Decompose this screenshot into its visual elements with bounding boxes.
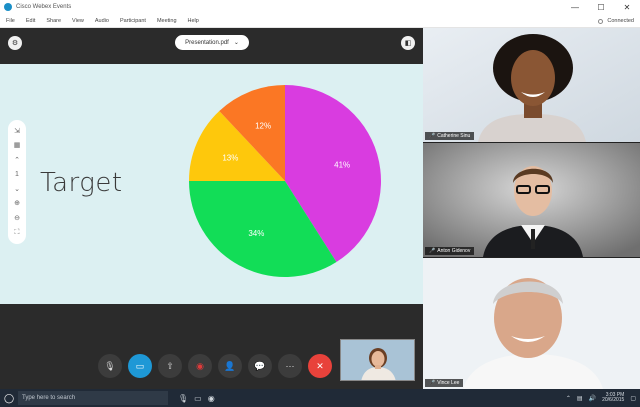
- record-button[interactable]: ◉: [188, 354, 212, 378]
- close-window-button[interactable]: ✕: [614, 0, 640, 14]
- chat-button[interactable]: 💬: [248, 354, 272, 378]
- participant-name: Anton Gidenov: [437, 248, 471, 254]
- more-button[interactable]: ⋯: [278, 354, 302, 378]
- minimize-button[interactable]: —: [562, 0, 588, 14]
- menu-bar: File Edit Share View Audio Participant M…: [0, 14, 640, 28]
- end-call-button[interactable]: ✕: [308, 354, 332, 378]
- title-bar: Cisco Webex Events — ☐ ✕: [0, 0, 640, 14]
- share-icon: ⇧: [166, 360, 174, 371]
- participant-label: 🎤 Catherine Sinu: [425, 132, 475, 140]
- participant-video-3[interactable]: 🎤 Vince Lee: [423, 258, 640, 389]
- participant-photo: [423, 28, 640, 142]
- video-button[interactable]: ▭: [128, 354, 152, 378]
- clock-date: 20/6/2015: [602, 397, 625, 403]
- mic-icon[interactable]: 🎙: [178, 394, 188, 403]
- pointer-tool-icon[interactable]: ⇲: [14, 128, 20, 135]
- participant-name: Catherine Sinu: [437, 133, 471, 139]
- participant-photo: [423, 258, 640, 389]
- pie-slice-label: 41%: [334, 160, 350, 169]
- maximize-button[interactable]: ☐: [588, 0, 614, 14]
- gear-icon: ⚙: [11, 40, 19, 47]
- start-button[interactable]: ◯: [0, 389, 18, 407]
- pie-slice-label: 13%: [222, 153, 238, 162]
- connection-icon: [598, 18, 604, 24]
- slide-title: Target: [40, 168, 123, 198]
- pie-chart: 41% 34% 13% 12%: [189, 85, 381, 277]
- connection-label: Connected: [607, 18, 634, 24]
- thumbnails-icon[interactable]: ▦: [14, 142, 21, 149]
- file-selector[interactable]: Presentation.pdf ⌄: [175, 35, 249, 50]
- taskbar-apps: 🎙 ▭ ◉: [178, 394, 215, 403]
- end-call-icon: ✕: [316, 360, 324, 371]
- participant-video-1[interactable]: 🎤 Catherine Sinu: [423, 28, 640, 142]
- self-view-avatar: [341, 340, 414, 380]
- zoom-toolbar: ⇲ ▦ ⌃ 1 ⌄ ⊕ ⊖ ⛶: [8, 120, 26, 244]
- window-title: Cisco Webex Events: [16, 4, 72, 10]
- share-button[interactable]: ⇧: [158, 354, 182, 378]
- network-icon[interactable]: ▤: [577, 395, 583, 402]
- mute-button[interactable]: 🎙: [98, 354, 122, 378]
- participant-label: 🎤 Vince Lee: [425, 379, 464, 387]
- mic-icon: 🎤: [429, 248, 436, 254]
- file-name: Presentation.pdf: [185, 39, 229, 46]
- page-up-icon[interactable]: ⌃: [14, 157, 20, 164]
- layout-toggle-button[interactable]: ◧: [401, 36, 415, 50]
- task-view-icon[interactable]: ▭: [194, 394, 202, 403]
- menu-help[interactable]: Help: [188, 18, 199, 24]
- webex-logo-icon: [4, 3, 12, 11]
- participant-panel: 🎤 Catherine Sinu 🎤 Anton Gidenov 🎤 Vince…: [423, 28, 640, 389]
- menu-view[interactable]: View: [72, 18, 84, 24]
- mic-off-icon: 🎙: [104, 360, 116, 371]
- search-placeholder: Type here to search: [22, 395, 76, 401]
- more-icon: ⋯: [285, 360, 295, 371]
- connection-status: Connected: [598, 14, 634, 28]
- shared-slide: Target 41% 34% 13% 12% ⇲ ▦ ⌃ 1 ⌄ ⊕ ⊖ ⛶: [0, 64, 423, 304]
- menu-edit[interactable]: Edit: [26, 18, 35, 24]
- fit-screen-icon[interactable]: ⛶: [15, 229, 20, 236]
- system-tray: ⌃ ▤ 🔊 3:03 PM 20/6/2015 ▢: [566, 389, 636, 407]
- participant-label: 🎤 Anton Gidenov: [425, 247, 475, 255]
- menu-audio[interactable]: Audio: [95, 18, 109, 24]
- volume-icon[interactable]: 🔊: [589, 395, 596, 402]
- menu-participant[interactable]: Participant: [120, 18, 146, 24]
- participant-photo: [423, 143, 640, 257]
- notifications-icon[interactable]: ▢: [630, 395, 636, 402]
- mic-icon: 🎤: [429, 380, 436, 386]
- pie-slice-label: 12%: [255, 122, 271, 131]
- taskbar-search[interactable]: Type here to search: [18, 391, 168, 405]
- participants-icon: 👤: [224, 360, 236, 371]
- menu-share[interactable]: Share: [46, 18, 61, 24]
- windows-taskbar: ◯ Type here to search 🎙 ▭ ◉ ⌃ ▤ 🔊 3:03 P…: [0, 389, 640, 407]
- menu-file[interactable]: File: [6, 18, 15, 24]
- chevron-down-icon: ⌄: [233, 40, 239, 46]
- chat-icon: 💬: [254, 360, 266, 371]
- tray-chevron-icon[interactable]: ⌃: [566, 395, 571, 402]
- zoom-out-icon[interactable]: ⊖: [14, 215, 20, 222]
- meeting-controls: 🎙 ▭ ⇧ ◉ 👤 💬 ⋯ ✕: [98, 354, 332, 378]
- mic-icon: 🎤: [429, 133, 436, 139]
- zoom-in-icon[interactable]: ⊕: [14, 200, 20, 207]
- video-icon: ▭: [135, 360, 145, 371]
- stage-settings-button[interactable]: ⚙: [8, 36, 22, 50]
- clock[interactable]: 3:03 PM 20/6/2015: [602, 392, 625, 404]
- participant-name: Vince Lee: [437, 380, 460, 386]
- window-controls: — ☐ ✕: [562, 0, 640, 14]
- webex-app-icon[interactable]: ◉: [208, 394, 215, 403]
- page-down-icon[interactable]: ⌄: [14, 186, 20, 193]
- page-number: 1: [15, 171, 19, 179]
- participants-button[interactable]: 👤: [218, 354, 242, 378]
- app-window: Cisco Webex Events — ☐ ✕ File Edit Share…: [0, 0, 640, 407]
- layout-icon: ◧: [404, 40, 412, 47]
- participant-video-2[interactable]: 🎤 Anton Gidenov: [423, 143, 640, 257]
- self-view-video[interactable]: [340, 339, 415, 381]
- presentation-stage: ⚙ Presentation.pdf ⌄ ◧ Target 41% 34% 13% 1…: [0, 28, 423, 389]
- pie-slice-label: 34%: [248, 229, 264, 238]
- record-icon: ◉: [196, 360, 204, 371]
- menu-meeting[interactable]: Meeting: [157, 18, 177, 24]
- windows-icon: ◯: [3, 392, 15, 403]
